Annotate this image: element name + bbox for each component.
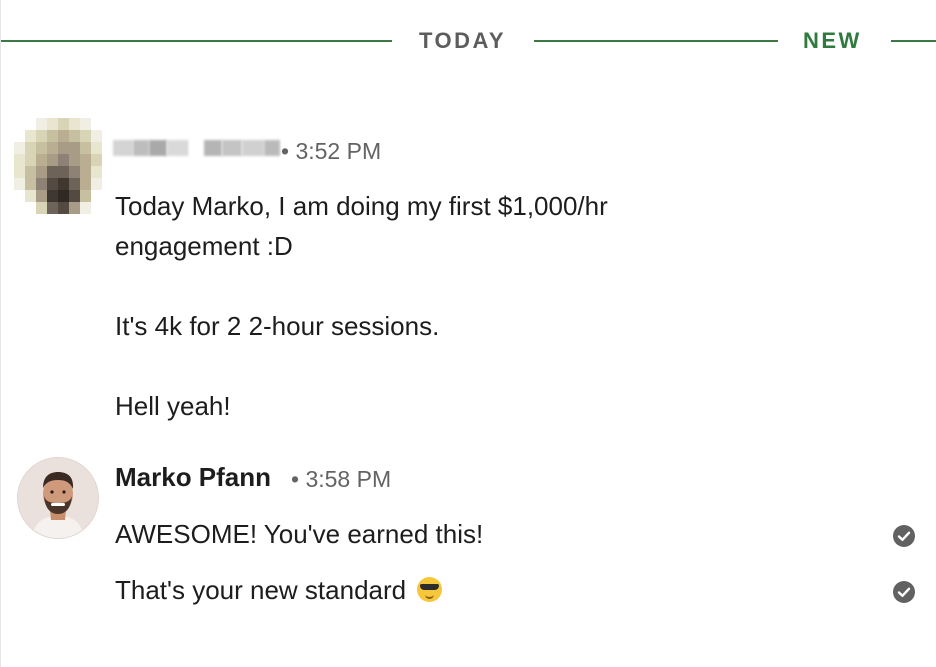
avatar-pixel (69, 166, 80, 178)
avatar-pixel (14, 142, 25, 154)
avatar-pixel (58, 118, 69, 130)
avatar-pixel (58, 202, 69, 214)
message-timestamp: • 3:58 PM (291, 466, 392, 492)
avatar-pixel (36, 166, 47, 178)
avatar-pixel (25, 190, 36, 202)
avatar-pixel (25, 142, 36, 154)
avatar-pixel (91, 178, 102, 190)
message-text: That's your new standard (115, 575, 407, 605)
avatar-pixel (47, 178, 58, 190)
avatar-pixel (80, 166, 91, 178)
avatar-pixel (14, 166, 25, 178)
avatar-pixel (36, 118, 47, 130)
avatar-pixel (69, 154, 80, 166)
avatar-pixel (80, 118, 91, 130)
message-text-line: AWESOME! You've earned this! (115, 519, 484, 549)
avatar-pixel (91, 166, 102, 178)
avatar-pixel (36, 202, 47, 214)
avatar-pixel (25, 154, 36, 166)
avatar-redacted[interactable] (14, 118, 102, 214)
avatar-pixel (58, 166, 69, 178)
avatar-pixel (58, 142, 69, 154)
avatar-pixel (14, 130, 25, 142)
avatar-pixel (25, 202, 36, 214)
avatar-pixel (91, 202, 102, 214)
avatar-pixel (80, 202, 91, 214)
avatar-pixel (47, 202, 58, 214)
avatar-photo (18, 458, 98, 538)
avatar-pixel (14, 190, 25, 202)
avatar-pixel (80, 142, 91, 154)
avatar-pixel (69, 202, 80, 214)
avatar-pixel (69, 130, 80, 142)
sender-name[interactable]: Marko Pfann (115, 462, 271, 493)
today-divider-label: TODAY (419, 28, 507, 53)
today-divider-left (1, 40, 392, 42)
avatar-pixel (58, 130, 69, 142)
message-text-line: engagement :D (115, 231, 293, 261)
message-text-line: It's 4k for 2 2-hour sessions. (115, 311, 440, 341)
avatar-pixel (69, 190, 80, 202)
avatar-marko-pfann[interactable] (17, 457, 99, 539)
avatar-pixel (58, 190, 69, 202)
avatar-pixel (47, 166, 58, 178)
avatar-pixel (14, 154, 25, 166)
sender-name-redacted[interactable] (113, 140, 280, 156)
avatar-pixel (25, 166, 36, 178)
avatar-pixel (80, 154, 91, 166)
message-text-line: Today Marko, I am doing my first $1,000/… (115, 191, 608, 221)
avatar-pixel (91, 142, 102, 154)
smiling-face-with-sunglasses-icon (417, 577, 443, 602)
avatar-pixel (14, 202, 25, 214)
conversation-thread: TODAY NEW • 3:52 PM Today Marko, I am do… (0, 0, 936, 667)
avatar-pixel (47, 130, 58, 142)
avatar-pixel (69, 118, 80, 130)
avatar-pixel (69, 178, 80, 190)
avatar-pixel (36, 154, 47, 166)
check-circle-icon (893, 581, 915, 603)
avatar-pixel (47, 154, 58, 166)
avatar-pixel (25, 130, 36, 142)
avatar-pixel (91, 118, 102, 130)
avatar-pixel (47, 118, 58, 130)
avatar-pixel (14, 118, 25, 130)
avatar-pixel (25, 118, 36, 130)
avatar-pixel (47, 142, 58, 154)
avatar-pixel (36, 178, 47, 190)
today-divider-right (534, 40, 778, 42)
avatar-pixel (91, 130, 102, 142)
message-text-line-with-emoji: That's your new standard (115, 574, 443, 606)
avatar-pixel (25, 178, 36, 190)
avatar-pixel (36, 130, 47, 142)
avatar-pixel (36, 142, 47, 154)
avatar-pixel (58, 154, 69, 166)
avatar-pixel (58, 178, 69, 190)
avatar-pixel (80, 190, 91, 202)
avatar-pixel (14, 178, 25, 190)
check-circle-icon (893, 525, 915, 547)
message-text-line: Hell yeah! (115, 391, 231, 421)
avatar-pixel (80, 130, 91, 142)
new-divider-right (891, 40, 936, 42)
message-timestamp: • 3:52 PM (281, 138, 382, 164)
avatar-pixel (91, 154, 102, 166)
avatar-pixel (80, 178, 91, 190)
avatar-pixel (47, 190, 58, 202)
avatar-pixel (91, 190, 102, 202)
avatar-pixel (36, 190, 47, 202)
avatar-pixel (69, 142, 80, 154)
new-messages-label: NEW (803, 28, 862, 53)
